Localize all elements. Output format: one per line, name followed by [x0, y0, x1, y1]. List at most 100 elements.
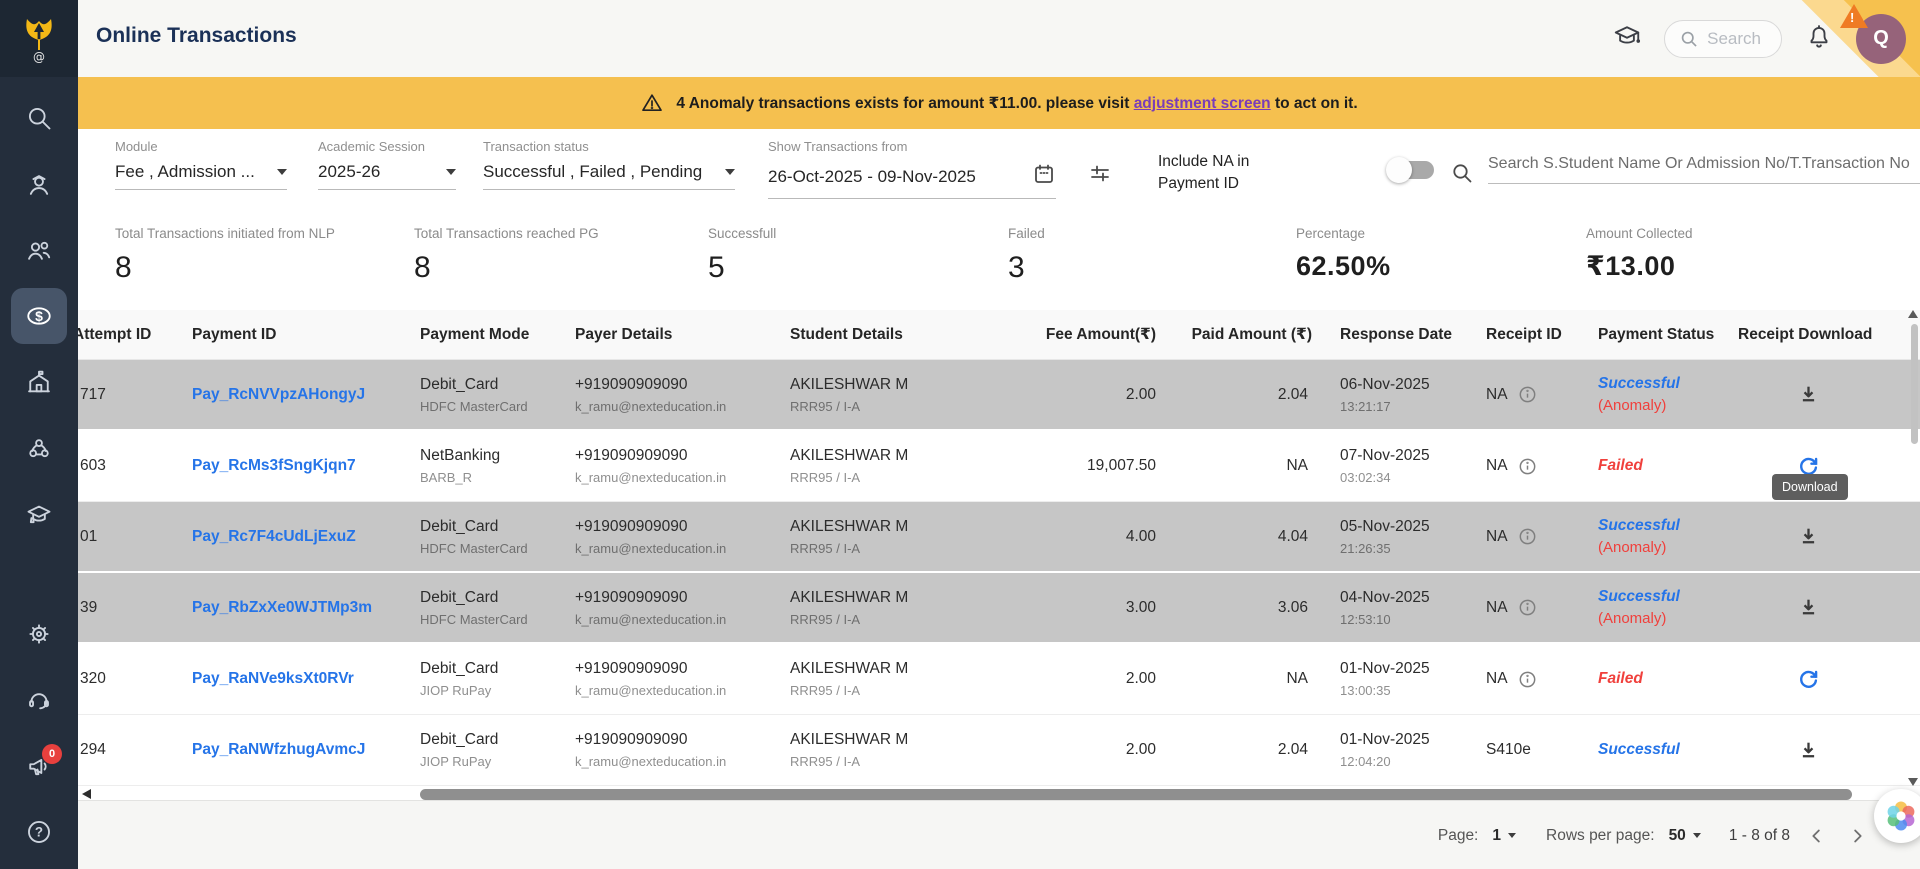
download-receipt-icon[interactable]: [1738, 595, 1879, 620]
rows-per-page-select[interactable]: 50: [1669, 827, 1701, 845]
col-payment-status: Payment Status: [1596, 326, 1736, 344]
people-icon: [25, 236, 53, 264]
payment-status-cell: Failed: [1596, 670, 1736, 688]
banner-message-part3: to act on it.: [1271, 95, 1358, 112]
table-row: 01 Pay_Rc7F4cUdLjExuZ Debit_CardHDFC Mas…: [78, 502, 1920, 573]
sidebar-item-announcement[interactable]: 0: [11, 738, 67, 794]
adjustment-screen-link[interactable]: adjustment screen: [1134, 95, 1271, 112]
payment-id-link[interactable]: Pay_RcMs3fSngKjqn7: [192, 457, 356, 474]
page-select[interactable]: 1: [1492, 827, 1516, 845]
attempt-id-cell: 01: [78, 528, 190, 546]
svg-text:$: $: [35, 308, 43, 324]
download-receipt-icon[interactable]: [1738, 382, 1879, 407]
academic-session-value: 2025-26: [318, 162, 380, 182]
payment-id-link[interactable]: Pay_RaNVe9ksXt0RVr: [192, 670, 354, 687]
payment-id-link[interactable]: Pay_Rc7F4cUdLjExuZ: [192, 528, 356, 545]
calendar-icon[interactable]: [1032, 162, 1056, 191]
sidebar-item-fee-dollar[interactable]: $: [11, 288, 67, 344]
transaction-status-filter[interactable]: Transaction status Successful , Failed ,…: [483, 139, 735, 190]
sidebar-item-community[interactable]: [11, 420, 67, 476]
page-title: Online Transactions: [96, 24, 297, 48]
sidebar-item-student[interactable]: [11, 156, 67, 212]
table-row: 717 Pay_RcNVVpzAHongyJ Debit_CardHDFC Ma…: [78, 360, 1920, 431]
table-row: 294 Pay_RaNWfzhugAvmcJ Debit_CardJIOP Ru…: [78, 715, 1920, 786]
table-row: 39 Pay_RbZxXe0WJTMp3m Debit_CardHDFC Mas…: [78, 573, 1920, 644]
download-receipt-icon[interactable]: [1738, 738, 1879, 763]
payment-mode-cell: Debit_CardJIOP RuPay: [418, 731, 573, 769]
fee-amount-cell: 2.00: [1040, 670, 1158, 688]
stat-value: 8: [115, 251, 335, 285]
payment-id-link[interactable]: Pay_RbZxXe0WJTMp3m: [192, 599, 372, 616]
previous-page-button[interactable]: [1804, 823, 1830, 849]
horizontal-scroll-thumb[interactable]: [420, 789, 1852, 800]
module-filter[interactable]: Module Fee , Admission ...: [115, 139, 287, 190]
stat-label: Failed: [1008, 226, 1045, 241]
vertical-scroll-thumb[interactable]: [1911, 324, 1918, 444]
svg-text:?: ?: [35, 825, 43, 840]
anomaly-banner: 4 Anomaly transactions exists for amount…: [78, 77, 1920, 129]
stat-label: Amount Collected: [1586, 226, 1693, 241]
table-row: 320 Pay_RaNVe9ksXt0RVr Debit_CardJIOP Ru…: [78, 644, 1920, 715]
assistant-fab[interactable]: [1874, 789, 1920, 843]
help-icon: ?: [25, 818, 53, 846]
info-icon[interactable]: [1517, 526, 1538, 547]
global-search-button[interactable]: Search: [1664, 20, 1782, 58]
scroll-down-arrow-icon[interactable]: [1908, 778, 1918, 786]
advanced-filters-icon[interactable]: [1088, 161, 1112, 190]
topbar: Online Transactions Search ! Q: [78, 0, 1920, 77]
payment-id-link[interactable]: Pay_RaNWfzhugAvmcJ: [192, 741, 365, 758]
academic-session-filter[interactable]: Academic Session 2025-26: [318, 139, 456, 190]
payment-status-cell: Successful: [1596, 741, 1736, 759]
payment-mode-cell: Debit_CardJIOP RuPay: [418, 660, 573, 698]
transaction-search-input[interactable]: [1488, 147, 1920, 184]
next-page-button[interactable]: [1844, 823, 1870, 849]
search-icon[interactable]: [1450, 161, 1474, 190]
date-range-filter[interactable]: Show Transactions from 26-Oct-2025 - 09-…: [768, 139, 1056, 199]
info-icon[interactable]: [1517, 456, 1538, 477]
scroll-up-arrow-icon[interactable]: [1908, 310, 1918, 318]
include-na-toggle[interactable]: [1390, 161, 1434, 179]
sidebar-item-course[interactable]: [11, 486, 67, 542]
date-range-value: 26-Oct-2025 - 09-Nov-2025: [768, 167, 976, 187]
sidebar-item-search[interactable]: [11, 90, 67, 146]
info-icon[interactable]: [1517, 669, 1538, 690]
student-details-cell: AKILESHWAR MRRR95 / I-A: [788, 518, 1040, 556]
graduation-cap-icon[interactable]: [1612, 21, 1642, 56]
download-receipt-icon[interactable]: [1738, 524, 1879, 549]
col-receipt-download: Receipt Download: [1736, 326, 1881, 344]
response-date-cell: 01-Nov-202512:04:20: [1314, 731, 1484, 769]
school-icon: [25, 368, 53, 396]
attempt-id-cell: 717: [78, 386, 190, 404]
notifications-bell-icon[interactable]: [1804, 21, 1834, 56]
stat-card: Percentage 62.50%: [1296, 226, 1391, 282]
receipt-id-cell: NA: [1484, 456, 1596, 477]
student-icon: [25, 170, 53, 198]
stat-value: ₹13.00: [1586, 251, 1693, 282]
paid-amount-cell: 2.04: [1158, 386, 1314, 404]
scroll-left-arrow-icon[interactable]: [82, 789, 91, 799]
stat-label: Successfull: [708, 226, 776, 241]
sidebar-item-school[interactable]: [11, 354, 67, 410]
col-student-details: Student Details: [788, 326, 1040, 344]
sidebar-item-help[interactable]: ?: [11, 804, 67, 860]
col-response-date: Response Date: [1314, 326, 1484, 344]
fee-dollar-icon: $: [25, 302, 53, 330]
payment-id-link[interactable]: Pay_RcNVVpzAHongyJ: [192, 386, 365, 403]
paid-amount-cell: 4.04: [1158, 528, 1314, 546]
vertical-scrollbar[interactable]: [1908, 310, 1918, 788]
app-logo[interactable]: @: [0, 0, 78, 77]
payer-details-cell: +919090909090k_ramu@nexteducation.in: [573, 731, 788, 769]
info-icon[interactable]: [1517, 384, 1538, 405]
sidebar-item-settings[interactable]: [11, 606, 67, 662]
chevron-down-icon: [446, 169, 456, 175]
student-details-cell: AKILESHWAR MRRR95 / I-A: [788, 376, 1040, 414]
sidebar-item-support[interactable]: [11, 672, 67, 728]
stat-card: Successfull 5: [708, 226, 776, 285]
search-icon: [1679, 29, 1699, 49]
paid-amount-cell: NA: [1158, 457, 1314, 475]
info-icon[interactable]: [1517, 597, 1538, 618]
stat-label: Total Transactions initiated from NLP: [115, 226, 335, 241]
student-details-cell: AKILESHWAR MRRR95 / I-A: [788, 447, 1040, 485]
sidebar-item-people[interactable]: [11, 222, 67, 278]
retry-payment-icon[interactable]: [1738, 667, 1879, 692]
